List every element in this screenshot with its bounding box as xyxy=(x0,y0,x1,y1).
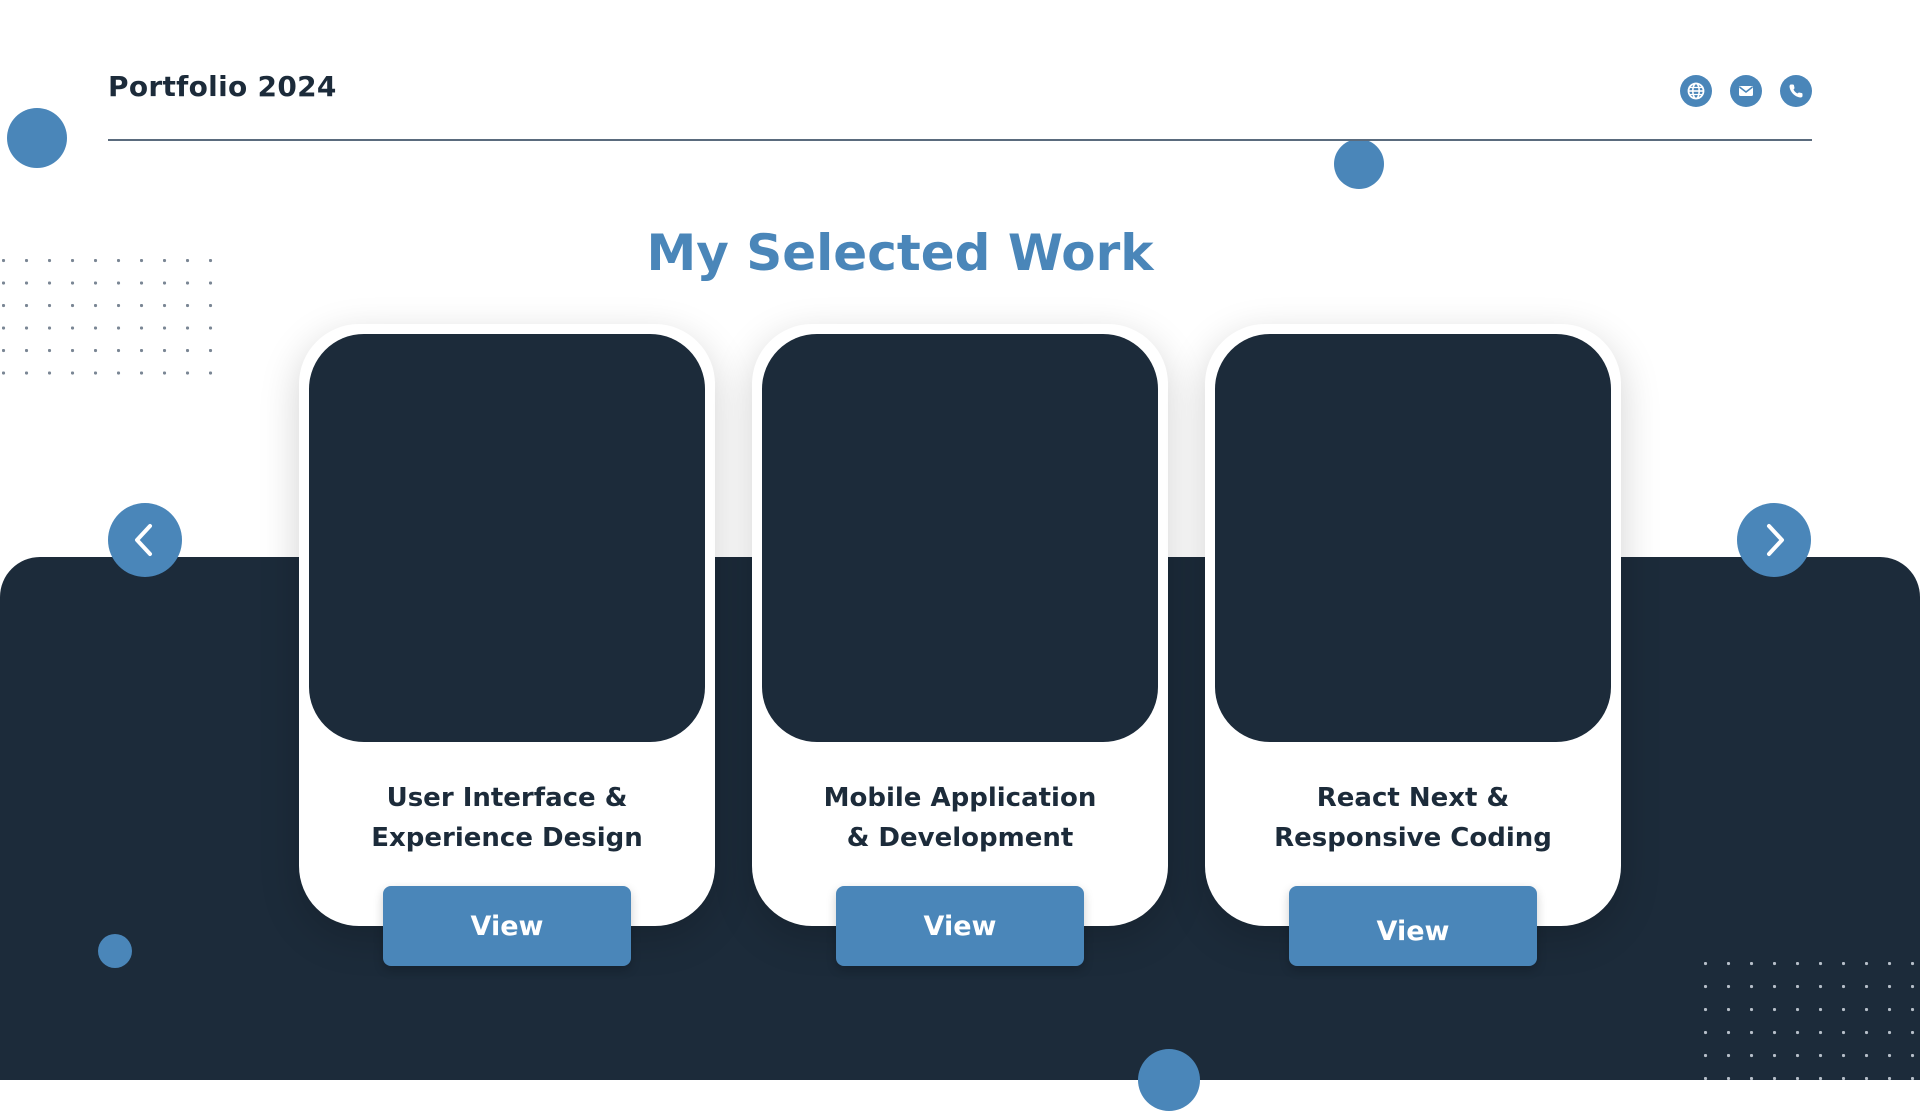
card-title-line: & Development xyxy=(846,823,1074,853)
work-card-mobile: Mobile Application & Development View xyxy=(752,324,1168,966)
phone-icon[interactable] xyxy=(1780,75,1812,107)
contact-icons xyxy=(1680,75,1812,107)
section-title: My Selected Work xyxy=(646,224,1154,282)
header-title: Portfolio 2024 xyxy=(108,70,337,103)
decorative-circle xyxy=(98,934,132,968)
decorative-circle xyxy=(1138,1049,1200,1111)
next-button[interactable] xyxy=(1737,503,1811,577)
card-thumbnail xyxy=(309,334,705,742)
decorative-circle xyxy=(1334,139,1384,189)
chevron-right-icon xyxy=(1767,524,1784,556)
view-button[interactable]: View xyxy=(383,886,631,966)
card-thumbnail xyxy=(762,334,1158,742)
view-button[interactable]: View xyxy=(1289,886,1537,966)
dot-grid-decoration xyxy=(1702,958,1920,1080)
card-title: React Next & Responsive Coding xyxy=(1205,778,1621,858)
card-title: Mobile Application & Development xyxy=(752,778,1168,858)
globe-icon[interactable] xyxy=(1680,75,1712,107)
card-thumbnail xyxy=(1215,334,1611,742)
mail-icon[interactable] xyxy=(1730,75,1762,107)
card-title-line: Mobile Application xyxy=(823,783,1097,813)
card-title-line: User Interface & xyxy=(386,783,628,813)
decorative-circle xyxy=(7,108,67,168)
card-title-line: Responsive Coding xyxy=(1274,823,1552,853)
header-divider xyxy=(108,139,1812,141)
work-card-ui-ux: User Interface & Experience Design View xyxy=(299,324,715,966)
card-title-line: Experience Design xyxy=(371,823,643,853)
card-title: User Interface & Experience Design xyxy=(299,778,715,858)
previous-button[interactable] xyxy=(108,503,182,577)
view-button[interactable]: View xyxy=(836,886,1084,966)
chevron-left-icon xyxy=(135,524,152,556)
card-title-line: React Next & xyxy=(1316,783,1510,813)
work-card-react: React Next & Responsive Coding View xyxy=(1205,324,1621,966)
